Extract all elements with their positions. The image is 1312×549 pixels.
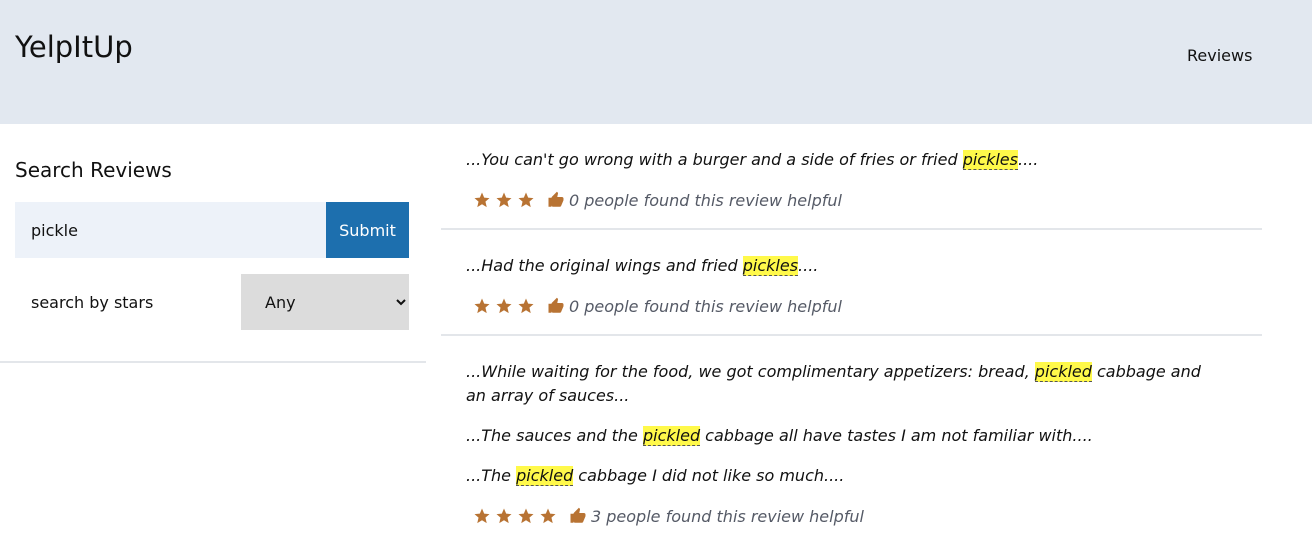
snippet-text-before: ...While waiting for the food, we got co… xyxy=(466,362,1035,381)
review-snippet: ...Had the original wings and fried pick… xyxy=(466,254,1206,278)
star-icon xyxy=(518,298,534,314)
review-meta: 0 people found this review helpful xyxy=(473,294,1262,318)
helpful-count: 3 people found this review helpful xyxy=(591,506,864,526)
review-results: ...You can't go wrong with a burger and … xyxy=(441,124,1262,544)
nav-link-reviews[interactable]: Reviews xyxy=(1187,46,1252,65)
star-icon xyxy=(496,192,512,208)
review-card: ...Had the original wings and fried pick… xyxy=(441,230,1262,336)
snippet-text-after: cabbage all have tastes I am not familia… xyxy=(700,426,1093,445)
review-snippet: ...The sauces and the pickled cabbage al… xyxy=(466,424,1206,448)
snippet-text-before: ...The sauces and the xyxy=(466,426,643,445)
star-icon xyxy=(474,508,490,524)
top-header: YelpItUp Reviews xyxy=(0,0,1312,124)
brand-logo[interactable]: YelpItUp xyxy=(15,30,133,64)
helpful-count: 0 people found this review helpful xyxy=(569,190,842,210)
stars-filter-label: search by stars xyxy=(31,293,154,312)
stars-filter-select[interactable]: Any xyxy=(241,274,409,330)
search-term-highlight: pickled xyxy=(642,426,701,446)
review-card: ...While waiting for the food, we got co… xyxy=(441,336,1262,544)
thumbs-up-icon[interactable] xyxy=(547,191,565,209)
review-card: ...You can't go wrong with a burger and … xyxy=(441,124,1262,230)
star-icon xyxy=(540,508,556,524)
review-snippet: ...The pickled cabbage I did not like so… xyxy=(466,464,1206,488)
search-term-highlight: pickled xyxy=(1034,362,1092,382)
snippet-text-after: .... xyxy=(798,256,819,275)
star-icon xyxy=(518,508,534,524)
snippet-text-before: ...The xyxy=(466,466,517,485)
star-icon xyxy=(474,192,490,208)
star-icon xyxy=(474,298,490,314)
star-icon xyxy=(518,192,534,208)
review-snippet: ...You can't go wrong with a burger and … xyxy=(466,148,1206,172)
thumbs-up-icon[interactable] xyxy=(569,507,587,525)
search-sidebar: Search Reviews Submit search by stars An… xyxy=(0,124,426,363)
search-term-highlight: pickled xyxy=(516,466,574,486)
submit-button[interactable]: Submit xyxy=(326,202,409,258)
review-meta: 3 people found this review helpful xyxy=(473,504,1262,528)
helpful-count: 0 people found this review helpful xyxy=(569,296,842,316)
snippet-text-after: cabbage I did not like so much.... xyxy=(573,466,845,485)
snippet-text-before: ...Had the original wings and fried xyxy=(466,256,743,275)
search-title: Search Reviews xyxy=(15,158,172,182)
star-icon xyxy=(496,508,512,524)
search-term-highlight: pickles xyxy=(962,150,1018,170)
review-meta: 0 people found this review helpful xyxy=(473,188,1262,212)
review-snippet: ...While waiting for the food, we got co… xyxy=(466,360,1206,408)
thumbs-up-icon[interactable] xyxy=(547,297,565,315)
snippet-text-after: .... xyxy=(1017,150,1039,169)
search-term-highlight: pickles xyxy=(742,256,799,276)
snippet-text-before: ...You can't go wrong with a burger and … xyxy=(466,150,963,169)
star-icon xyxy=(496,298,512,314)
search-input[interactable] xyxy=(15,202,326,258)
